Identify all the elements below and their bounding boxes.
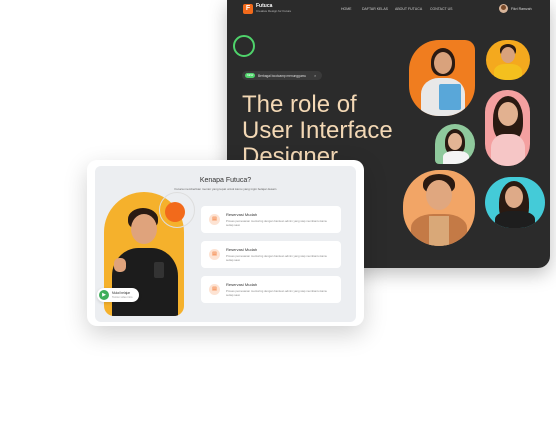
nav-link-contact[interactable]: CONTACT US	[430, 7, 452, 11]
feature-title: Reservasi Mudah	[226, 212, 258, 217]
student-photo	[435, 124, 475, 164]
decorative-dot	[165, 202, 185, 222]
play-title: Mulai belajar	[112, 291, 131, 295]
why-futuca-section: Kenapa Futuca? Futuca memberikan mentor …	[95, 166, 356, 322]
feature-title: Reservasi Mudah	[226, 282, 258, 287]
student-photo	[486, 40, 530, 80]
student-photo	[403, 170, 475, 246]
hero-title-line: User Interface	[242, 117, 393, 144]
nav-link-home[interactable]: HOME	[341, 7, 352, 11]
user-name[interactable]: Fikri Ramzah	[511, 7, 532, 11]
document-icon: ▤	[209, 214, 220, 225]
announcement-pill[interactable]: NEW Berbagai bootcamp menunggumu ×	[242, 71, 322, 80]
feature-description: Proses pemesanan mentoring dengan bantua…	[226, 219, 328, 227]
nav-link-about[interactable]: ABOUT FUTUCA	[395, 7, 422, 11]
announcement-tag: NEW	[245, 73, 255, 78]
document-icon: ▤	[209, 284, 220, 295]
top-navigation: F Futuca Creative Design for Future HOME…	[227, 0, 550, 18]
feature-card[interactable]: ▤ Reservasi Mudah Proses pemesanan mento…	[201, 206, 341, 233]
play-subtitle: Tonton video intro	[112, 296, 133, 299]
feature-description: Proses pemesanan mentoring dengan bantua…	[226, 289, 328, 297]
brand-logo[interactable]: F	[243, 4, 253, 14]
nav-link-daftar-kelas[interactable]: DAFTAR KELAS	[362, 7, 388, 11]
brand-tagline: Creative Design for Future	[256, 9, 292, 13]
section-title: Kenapa Futuca?	[199, 177, 252, 184]
play-icon[interactable]: ▶	[99, 290, 109, 300]
hero-title: The role of User Interface Designer	[242, 92, 442, 170]
student-photo	[485, 90, 530, 166]
play-video-chip[interactable]: ▶ Mulai belajar Tonton video intro	[97, 288, 139, 302]
section-subtitle: Futuca memberikan mentor yang tepat untu…	[174, 187, 277, 191]
document-icon: ▤	[209, 249, 220, 260]
feature-card[interactable]: ▤ Reservasi Mudah Proses pemesanan mento…	[201, 276, 341, 303]
student-photo	[485, 177, 545, 228]
why-futuca-preview: Kenapa Futuca? Futuca memberikan mentor …	[87, 160, 364, 326]
close-icon[interactable]: ×	[314, 73, 316, 78]
feature-card[interactable]: ▤ Reservasi Mudah Proses pemesanan mento…	[201, 241, 341, 268]
student-photo	[409, 40, 475, 116]
announcement-text: Berbagai bootcamp menunggumu	[258, 73, 307, 78]
feature-description: Proses pemesanan mentoring dengan bantua…	[226, 254, 328, 262]
user-avatar[interactable]	[499, 4, 508, 13]
feature-title: Reservasi Mudah	[226, 247, 258, 252]
decorative-ring	[233, 35, 255, 57]
